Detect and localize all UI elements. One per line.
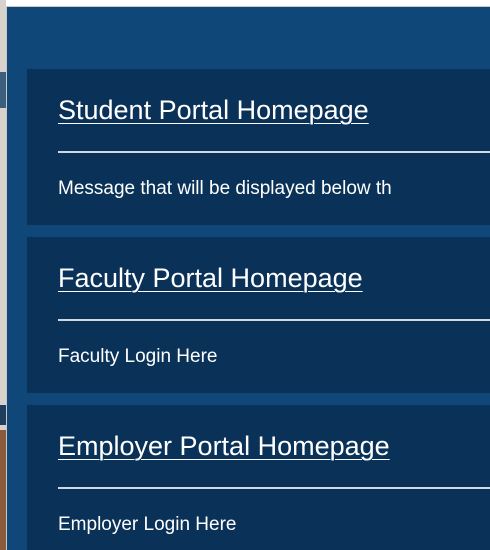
portal-divider	[58, 319, 490, 321]
portal-selection-modal: Student Portal Homepage Message that wil…	[6, 6, 490, 550]
portal-card-student: Student Portal Homepage Message that wil…	[27, 69, 490, 225]
employer-portal-link[interactable]: Employer Portal Homepage	[58, 429, 390, 463]
portal-message: Message that will be displayed below th	[58, 178, 392, 199]
portal-divider	[58, 487, 490, 489]
portal-card-faculty: Faculty Portal Homepage Faculty Login He…	[27, 237, 490, 393]
portal-divider	[58, 151, 490, 153]
portal-list: Student Portal Homepage Message that wil…	[27, 69, 490, 550]
portal-message: Faculty Login Here	[58, 346, 218, 367]
student-portal-link[interactable]: Student Portal Homepage	[58, 93, 369, 127]
portal-message: Employer Login Here	[58, 514, 237, 535]
faculty-portal-link[interactable]: Faculty Portal Homepage	[58, 261, 363, 295]
portal-card-employer: Employer Portal Homepage Employer Login …	[27, 405, 490, 550]
